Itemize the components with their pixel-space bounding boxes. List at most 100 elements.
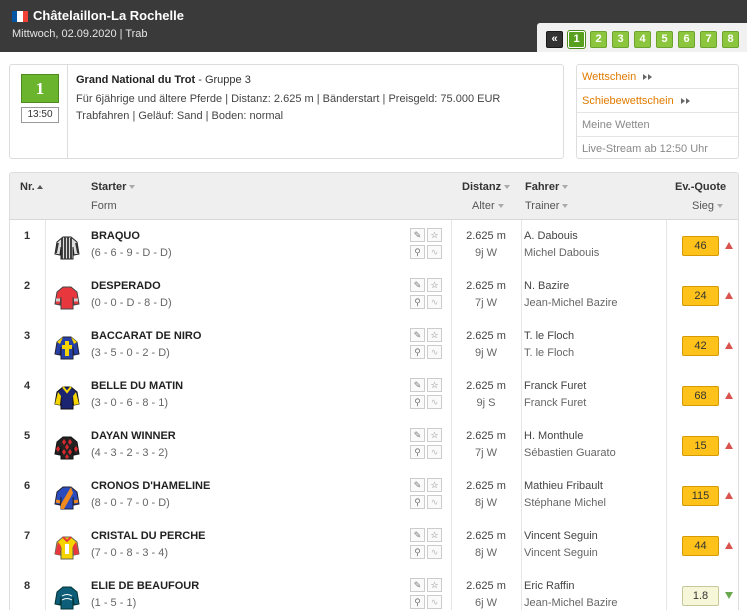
race-tab-5[interactable]: 5 bbox=[656, 31, 673, 48]
horse-name[interactable]: DAYAN WINNER bbox=[91, 430, 176, 442]
schiebewettschein-link[interactable]: Schiebewettschein bbox=[577, 89, 738, 113]
horse-name[interactable]: CRONOS D'HAMELINE bbox=[91, 480, 210, 492]
pencil-icon[interactable]: ✎ bbox=[410, 328, 425, 342]
trainer-name[interactable]: Jean-Michel Bazire bbox=[524, 297, 618, 309]
star-icon[interactable]: ☆ bbox=[427, 528, 442, 542]
starter-table: Nr. Starter Form Distanz Alter Fahrer Tr… bbox=[9, 172, 739, 610]
trainer-name[interactable]: Sébastien Guarato bbox=[524, 447, 616, 459]
previous-races-button[interactable]: « bbox=[546, 31, 563, 48]
driver-name[interactable]: Vincent Seguin bbox=[524, 530, 598, 542]
star-icon[interactable]: ☆ bbox=[427, 328, 442, 342]
odds-button[interactable]: 24 bbox=[682, 286, 719, 306]
start-number: 5 bbox=[24, 430, 31, 442]
odds-button[interactable]: 15 bbox=[682, 436, 719, 456]
horse-form: (1 - 5 - 1) bbox=[91, 597, 137, 609]
race-tab-3[interactable]: 3 bbox=[612, 31, 629, 48]
chart-icon[interactable]: ∿ bbox=[427, 295, 442, 309]
driver-name[interactable]: T. le Floch bbox=[524, 330, 574, 342]
trend-down-icon bbox=[725, 592, 733, 599]
odds-button[interactable]: 44 bbox=[682, 536, 719, 556]
driver-name[interactable]: A. Dabouis bbox=[524, 230, 578, 242]
horse-name[interactable]: BRAQUO bbox=[91, 230, 140, 242]
race-tab-7[interactable]: 7 bbox=[700, 31, 717, 48]
sort-nr-header[interactable]: Nr. bbox=[20, 181, 43, 193]
odds-button[interactable]: 1.8 bbox=[682, 586, 719, 606]
chart-icon[interactable]: ∿ bbox=[427, 395, 442, 409]
sort-icon bbox=[562, 185, 569, 190]
table-row[interactable]: 7 CRISTAL DU PERCHE (7 - 0 - 8 - 3 - 4) ✎ ☆ ⚲… bbox=[10, 520, 738, 571]
sort-trainer-header[interactable]: Trainer bbox=[525, 200, 569, 212]
race-title: Grand National du Trot - Gruppe 3 bbox=[76, 74, 251, 86]
chart-icon[interactable]: ∿ bbox=[427, 245, 442, 259]
race-tab-1[interactable]: 1 bbox=[568, 31, 585, 48]
table-row[interactable]: 2 DESPERADO (0 - 0 - D - 8 - D) ✎ ☆ ⚲ ∿ 2.625 m… bbox=[10, 270, 738, 321]
race-tab-4[interactable]: 4 bbox=[634, 31, 651, 48]
wettschein-link[interactable]: Wettschein bbox=[577, 65, 738, 89]
race-tab-6[interactable]: 6 bbox=[678, 31, 695, 48]
odds-button[interactable]: 46 bbox=[682, 236, 719, 256]
table-row[interactable]: 4 BELLE DU MATIN (3 - 0 - 6 - 8 - 1) ✎ ☆ ⚲ ∿ 2.… bbox=[10, 370, 738, 421]
star-icon[interactable]: ☆ bbox=[427, 278, 442, 292]
search-icon[interactable]: ⚲ bbox=[410, 395, 425, 409]
trainer-name[interactable]: Franck Furet bbox=[524, 397, 586, 409]
pencil-icon[interactable]: ✎ bbox=[410, 528, 425, 542]
race-tab-2[interactable]: 2 bbox=[590, 31, 607, 48]
pencil-icon[interactable]: ✎ bbox=[410, 478, 425, 492]
pencil-icon[interactable]: ✎ bbox=[410, 228, 425, 242]
search-icon[interactable]: ⚲ bbox=[410, 595, 425, 609]
horse-name[interactable]: CRISTAL DU PERCHE bbox=[91, 530, 206, 542]
sort-fahrer-header[interactable]: Fahrer bbox=[525, 181, 569, 193]
driver-name[interactable]: Eric Raffin bbox=[524, 580, 575, 592]
table-row[interactable]: 5 DAYAN WINNER (4 - 3 - 2 - 3 - 2) ✎ ☆ ⚲ ∿ 2.62… bbox=[10, 420, 738, 471]
odds-button[interactable]: 115 bbox=[682, 486, 719, 506]
chart-icon[interactable]: ∿ bbox=[427, 345, 442, 359]
sort-sieg-header[interactable]: Sieg bbox=[692, 200, 724, 212]
sort-alter-header[interactable]: Alter bbox=[472, 200, 504, 212]
chart-icon[interactable]: ∿ bbox=[427, 545, 442, 559]
search-icon[interactable]: ⚲ bbox=[410, 495, 425, 509]
table-row[interactable]: 8 ELIE DE BEAUFOUR (1 - 5 - 1) ✎ ☆ ⚲ ∿ 2.625 m 6… bbox=[10, 570, 738, 610]
trainer-name[interactable]: Jean-Michel Bazire bbox=[524, 597, 618, 609]
chart-icon[interactable]: ∿ bbox=[427, 445, 442, 459]
driver-name[interactable]: N. Bazire bbox=[524, 280, 569, 292]
chart-icon[interactable]: ∿ bbox=[427, 595, 442, 609]
table-row[interactable]: 1 BRAQUO (6 - 6 - 9 - D - D) ✎ ☆ ⚲ ∿ 2.625 m 9j … bbox=[10, 220, 738, 271]
driver-name[interactable]: H. Monthule bbox=[524, 430, 583, 442]
star-icon[interactable]: ☆ bbox=[427, 578, 442, 592]
distance: 2.625 m bbox=[466, 580, 506, 592]
search-icon[interactable]: ⚲ bbox=[410, 445, 425, 459]
table-row[interactable]: 6 CRONOS D'HAMELINE (8 - 0 - 7 - 0 - D) ✎ ☆ ⚲… bbox=[10, 470, 738, 521]
search-icon[interactable]: ⚲ bbox=[410, 295, 425, 309]
sort-distanz-header[interactable]: Distanz bbox=[462, 181, 511, 193]
horse-name[interactable]: BACCARAT DE NIRO bbox=[91, 330, 201, 342]
table-row[interactable]: 3 BACCARAT DE NIRO (3 - 5 - 0 - 2 - D) ✎ ☆ ⚲ ∿… bbox=[10, 320, 738, 371]
star-icon[interactable]: ☆ bbox=[427, 378, 442, 392]
driver-name[interactable]: Mathieu Fribault bbox=[524, 480, 603, 492]
odds-button[interactable]: 42 bbox=[682, 336, 719, 356]
star-icon[interactable]: ☆ bbox=[427, 228, 442, 242]
odds-button[interactable]: 68 bbox=[682, 386, 719, 406]
live-stream-link[interactable]: Live-Stream ab 12:50 Uhr bbox=[577, 137, 738, 161]
search-icon[interactable]: ⚲ bbox=[410, 245, 425, 259]
meine-wetten-link[interactable]: Meine Wetten bbox=[577, 113, 738, 137]
chart-icon[interactable]: ∿ bbox=[427, 495, 442, 509]
trainer-name[interactable]: T. le Floch bbox=[524, 347, 574, 359]
pencil-icon[interactable]: ✎ bbox=[410, 378, 425, 392]
trainer-name[interactable]: Michel Dabouis bbox=[524, 247, 599, 259]
pencil-icon[interactable]: ✎ bbox=[410, 278, 425, 292]
star-icon[interactable]: ☆ bbox=[427, 478, 442, 492]
sort-icon bbox=[504, 185, 511, 190]
search-icon[interactable]: ⚲ bbox=[410, 545, 425, 559]
trainer-name[interactable]: Stéphane Michel bbox=[524, 497, 606, 509]
driver-name[interactable]: Franck Furet bbox=[524, 380, 586, 392]
horse-name[interactable]: BELLE DU MATIN bbox=[91, 380, 183, 392]
horse-name[interactable]: DESPERADO bbox=[91, 280, 161, 292]
trainer-name[interactable]: Vincent Seguin bbox=[524, 547, 598, 559]
pencil-icon[interactable]: ✎ bbox=[410, 428, 425, 442]
race-tab-8[interactable]: 8 bbox=[722, 31, 739, 48]
star-icon[interactable]: ☆ bbox=[427, 428, 442, 442]
horse-name[interactable]: ELIE DE BEAUFOUR bbox=[91, 580, 199, 592]
pencil-icon[interactable]: ✎ bbox=[410, 578, 425, 592]
search-icon[interactable]: ⚲ bbox=[410, 345, 425, 359]
sort-starter-header[interactable]: Starter bbox=[91, 181, 136, 193]
